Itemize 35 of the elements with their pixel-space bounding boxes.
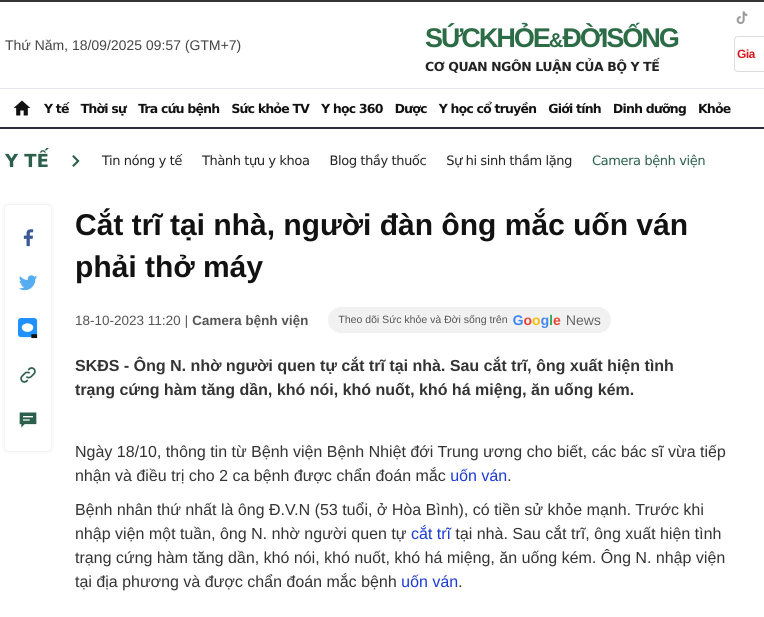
subnav-link[interactable]: Blog thầy thuốc <box>330 154 426 168</box>
date-time: Thứ Năm, 18/09/2025 09:57 (GTM+7) <box>5 37 242 53</box>
chevron-right-icon <box>70 154 80 168</box>
follow-google-news-button[interactable]: Theo dõi Sức khỏe và Đời sống trên Google News <box>328 307 611 333</box>
subnav-link[interactable]: Thành tựu y khoa <box>202 154 310 168</box>
article-paragraph: Bệnh nhân thứ nhất là ông Đ.V.N (53 tuổi, ở Hòa Bình), có tiền sử khỏe mạnh. Trước khi nhập viện một tuần, ông N. nhờ người quen tự cắt trĩ tại nhà. Sau cắt trĩ, ông xuất hiện tình trạng cứng hàm tăng dần, khó nói, khó nuốt, khó há miệng, ăn uống kém. Ông N. nhập viện tại địa phương và được chẩn đoán mắc bệnh uốn ván. <box>75 501 726 593</box>
tiktok-icon[interactable] <box>734 10 750 26</box>
category-link[interactable]: Camera bệnh viện <box>192 312 308 328</box>
article-title: Cắt trĩ tại nhà, người đàn ông mắc uốn ván phải thở máy <box>75 207 690 286</box>
subnav-link[interactable]: Sự hi sinh thầm lặng <box>446 154 572 168</box>
nav-link[interactable]: Sức khỏe TV <box>231 100 310 116</box>
nav-link[interactable]: Y học 360 <box>321 100 383 116</box>
article-link[interactable]: uốn ván <box>401 574 458 591</box>
link-icon[interactable] <box>18 364 38 385</box>
partner-badge[interactable]: Gia <box>734 36 764 72</box>
article-link[interactable]: uốn ván <box>450 468 508 485</box>
nav-link[interactable]: Y tế <box>44 100 69 116</box>
publish-date: 18-10-2023 11:20 <box>75 312 181 328</box>
meta-separator: | <box>184 312 188 328</box>
chat-app-icon[interactable] <box>18 318 38 340</box>
site-logo[interactable]: SỨCKHỎE&ĐỜISỐNG CƠ QUAN NGÔN LUẬN CỦA BỘ Y TẾ <box>425 22 678 74</box>
section-title[interactable]: Y TẾ <box>5 150 49 172</box>
nav-link[interactable]: Thời sự <box>80 100 126 116</box>
nav-link[interactable]: Dược <box>394 100 427 116</box>
nav-link[interactable]: Y học cổ truyền <box>438 100 536 116</box>
home-icon[interactable] <box>12 98 32 118</box>
nav-link[interactable]: Giới tính <box>548 100 601 116</box>
nav-link[interactable]: Tra cứu bệnh <box>138 100 220 116</box>
subnav-link[interactable]: Camera bệnh viện <box>592 154 706 168</box>
article-summary: SKĐS - Ông N. nhờ người quen tự cắt trĩ tại nhà. Sau cắt trĩ, ông xuất hiện tình trạng cứng hàm tăng dần, khó nói, khó nuốt, khó há miệng, ăn uống kém. <box>75 356 675 401</box>
nav-link[interactable]: Khỏe <box>698 100 730 116</box>
article-paragraph: Ngày 18/10, thông tin từ Bệnh viện Bệnh Nhiệt đới Trung ương cho biết, các bác sĩ vừa tiếp nhận và điều trị cho 2 ca bệnh được chẩn đoán mắc uốn ván. <box>75 443 727 487</box>
subnav-link[interactable]: Tin nóng y tế <box>102 154 182 168</box>
article-link[interactable]: cắt trĩ <box>410 526 451 543</box>
nav-link[interactable]: Dinh dưỡng <box>612 100 686 116</box>
